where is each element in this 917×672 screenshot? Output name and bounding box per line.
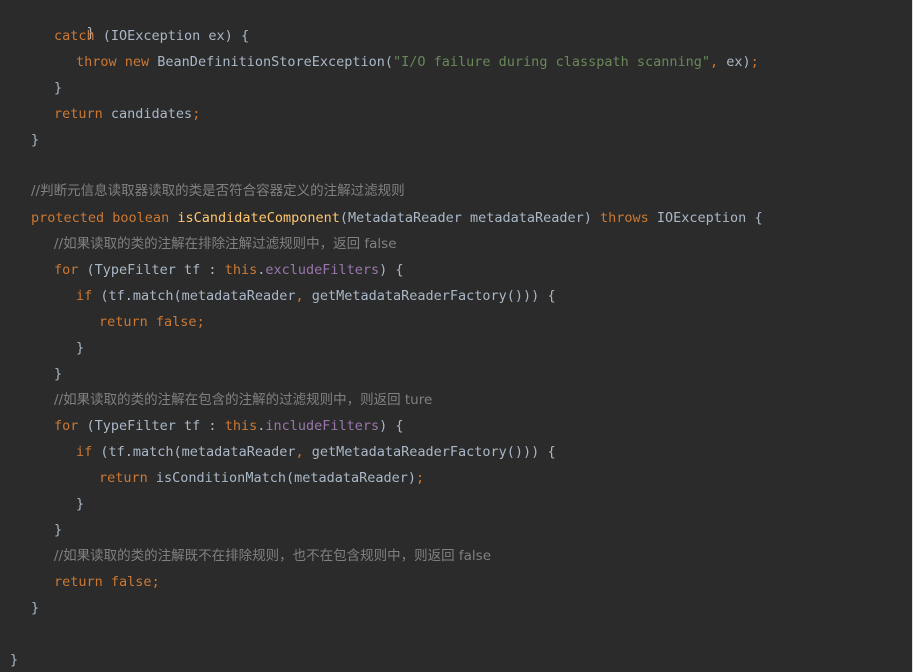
code-line: for (TypeFilter tf : this.includeFilters…	[54, 415, 404, 437]
code-token: }	[31, 132, 40, 148]
code-line: }	[54, 363, 62, 385]
keyword-return: return	[99, 314, 148, 330]
code-token: }	[10, 652, 19, 668]
code-comment: //如果读取的类的注解在包含的注解的过滤规则中，则返回 ture	[54, 392, 433, 408]
code-line: //判断元信息读取器读取的类是否符合容器定义的注解过滤规则	[31, 180, 405, 202]
code-token: (IOException ex) {	[94, 28, 250, 44]
code-token: ;	[750, 54, 759, 70]
code-viewer: } catch (IOException ex) { throw new Bea…	[0, 0, 913, 672]
code-line: throw new BeanDefinitionStoreException("…	[76, 51, 759, 73]
keyword-catch: catch	[54, 28, 95, 44]
method-name: isCandidateComponent	[177, 210, 340, 226]
code-token: (TypeFilter tf :	[78, 262, 225, 278]
code-comment: //如果读取的类的注解在排除注解过滤规则中，返回 false	[54, 236, 397, 252]
code-line: for (TypeFilter tf : this.excludeFilters…	[54, 259, 404, 281]
code-token: ,	[710, 54, 719, 70]
code-line: }	[54, 77, 62, 99]
code-token: ,	[295, 288, 304, 304]
code-line: if (tf.match(metadataReader, getMetadata…	[76, 285, 556, 307]
field-name: excludeFilters	[265, 262, 380, 278]
code-line: }	[31, 597, 39, 619]
code-token: ex)	[718, 54, 751, 70]
code-token: ) {	[379, 262, 404, 278]
code-token: getMetadataReaderFactory())) {	[303, 288, 556, 304]
code-line: protected boolean isCandidateComponent(M…	[31, 207, 763, 229]
code-token: ,	[295, 444, 304, 460]
code-line: return candidates;	[54, 103, 200, 125]
keyword-boolean: boolean	[112, 210, 170, 226]
code-token: ;	[196, 314, 205, 330]
code-line: }	[31, 129, 39, 151]
code-line: }	[54, 0, 95, 41]
code-line: }	[76, 493, 84, 515]
code-token: isConditionMatch(metadataReader)	[147, 470, 416, 486]
keyword-if: if	[76, 444, 93, 460]
code-token: }	[31, 600, 40, 616]
code-token: IOException {	[648, 210, 763, 226]
code-token: ) {	[379, 418, 404, 434]
keyword-new: new	[124, 54, 150, 70]
keyword-false: false	[102, 574, 152, 590]
string-literal: "I/O failure during classpath scanning"	[393, 54, 710, 70]
code-token: getMetadataReaderFactory())) {	[303, 444, 556, 460]
code-token: (TypeFilter tf :	[78, 418, 225, 434]
code-token: }	[54, 80, 63, 96]
code-token: }	[54, 366, 63, 382]
keyword-this: this	[224, 418, 258, 434]
keyword-throws: throws	[600, 210, 649, 226]
code-line: return false;	[99, 311, 205, 333]
keyword-this: this	[224, 262, 258, 278]
code-token: }	[54, 522, 63, 538]
code-token: BeanDefinitionStoreException(	[149, 54, 394, 70]
code-token: (tf.match(metadataReader	[92, 288, 296, 304]
keyword-for: for	[54, 262, 79, 278]
code-line: if (tf.match(metadataReader, getMetadata…	[76, 441, 556, 463]
code-line: }	[54, 519, 62, 541]
keyword-return: return	[99, 470, 148, 486]
keyword-for: for	[54, 418, 79, 434]
code-line: //如果读取的类的注解在排除注解过滤规则中，返回 false	[54, 233, 397, 255]
keyword-throw: throw	[76, 54, 117, 70]
code-line: //如果读取的类的注解在包含的注解的过滤规则中，则返回 ture	[54, 389, 432, 411]
code-comment: //判断元信息读取器读取的类是否符合容器定义的注解过滤规则	[31, 183, 405, 199]
code-line: return false;	[54, 571, 160, 593]
field-name: includeFilters	[265, 418, 380, 434]
keyword-protected: protected	[31, 210, 105, 226]
keyword-if: if	[76, 288, 93, 304]
code-token: }	[76, 340, 85, 356]
code-token: (MetadataReader metadataReader)	[339, 210, 600, 226]
code-line: return isConditionMatch(metadataReader);	[99, 467, 424, 489]
code-line: catch (IOException ex) {	[54, 25, 249, 47]
code-token: ;	[151, 574, 160, 590]
code-line: }	[10, 649, 18, 671]
keyword-return: return	[54, 574, 103, 590]
code-token: ;	[416, 470, 425, 486]
keyword-return: return	[54, 106, 103, 122]
code-token: ;	[192, 106, 201, 122]
code-token: }	[76, 496, 85, 512]
code-token: candidates	[102, 106, 193, 122]
code-token: (tf.match(metadataReader	[92, 444, 296, 460]
keyword-false: false	[147, 314, 197, 330]
code-comment: //如果读取的类的注解既不在排除规则，也不在包含规则中，则返回 false	[54, 548, 492, 564]
code-line: }	[76, 337, 84, 359]
code-line: //如果读取的类的注解既不在排除规则，也不在包含规则中，则返回 false	[54, 545, 491, 567]
